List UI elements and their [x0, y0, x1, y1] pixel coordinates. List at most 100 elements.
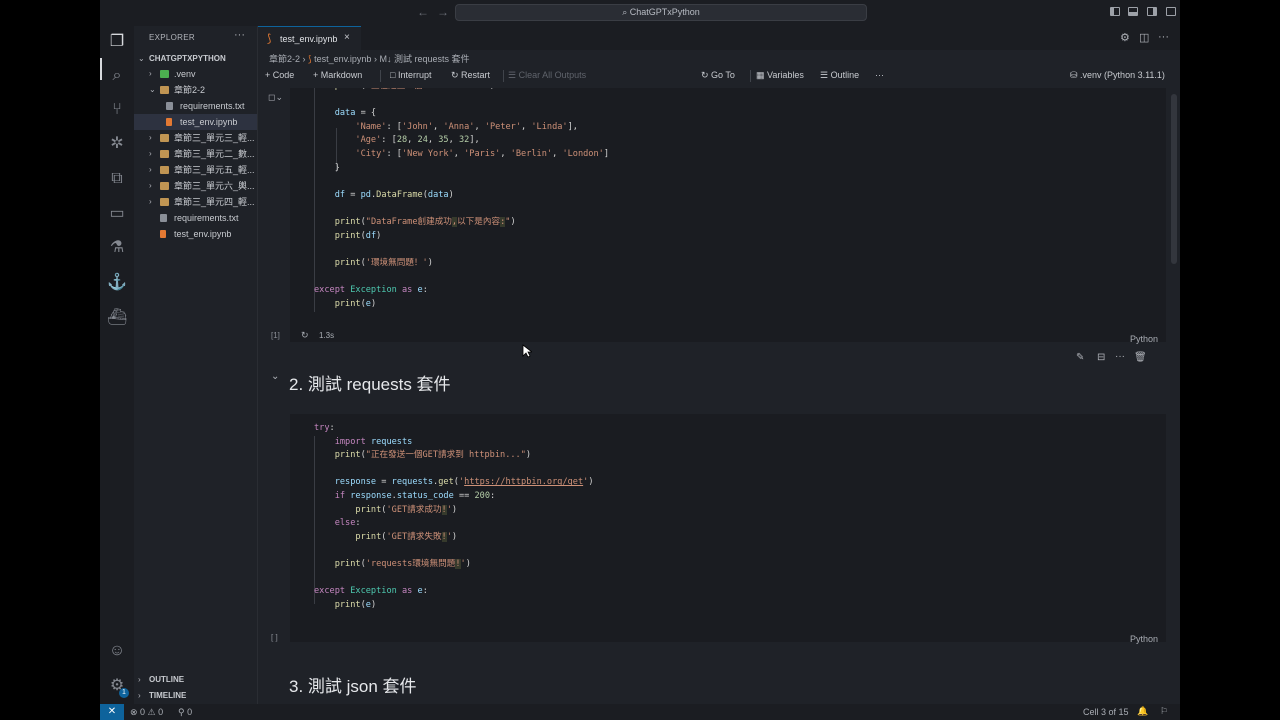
notebook-file-icon: [160, 230, 166, 238]
ports-indicator[interactable]: ⚲ 0: [178, 707, 192, 718]
notebook-file-icon: [166, 118, 172, 126]
tree-item-venv[interactable]: › .venv: [134, 66, 257, 82]
notebook-toolbar: + Code + Markdown □ Interrupt ↻ Restart …: [258, 66, 1180, 86]
goto-button[interactable]: ↻ Go To: [701, 70, 735, 81]
vscode-window: ← → ⌕ ChatGPTxPython ❐ ⌕ ⑂ ✲ ⧉ ▭ ⚗ ⚓ ⛴ ☺…: [100, 0, 1180, 720]
delete-cell-icon[interactable]: 🗑: [1134, 352, 1147, 363]
breadcrumb-folder[interactable]: 章節2-2: [269, 54, 300, 64]
code-cell-1[interactable]: print('正在建立一個DataFrame...') data = { 'Na…: [290, 88, 1166, 344]
more-actions-icon[interactable]: ···: [875, 70, 884, 80]
accounts-icon[interactable]: ☺: [107, 641, 127, 661]
customize-layout-icon[interactable]: [1166, 7, 1176, 16]
split-cell-icon[interactable]: ⊟: [1097, 352, 1105, 363]
code-cell-2[interactable]: try: import requests print("正在發送一個GET請求到…: [290, 414, 1166, 644]
source-control-icon[interactable]: ⑂: [107, 100, 127, 120]
outline-section[interactable]: › OUTLINE: [134, 672, 257, 688]
timeline-label: TIMELINE: [149, 691, 187, 700]
explorer-icon[interactable]: ❐: [107, 32, 127, 52]
docker-icon[interactable]: ⛴: [107, 308, 127, 328]
search-icon: ⌕: [622, 7, 630, 17]
toggle-panel-icon[interactable]: [1128, 7, 1138, 16]
interrupt-button[interactable]: □ Interrupt: [390, 70, 431, 80]
markdown-heading[interactable]: 3. 測試 json 套件: [289, 672, 417, 697]
code-editor[interactable]: try: import requests print("正在發送一個GET請求到…: [314, 422, 594, 612]
cell-language-label[interactable]: Python: [1130, 634, 1158, 644]
notebook-body: ◻⌄ print('正在建立一個DataFrame...') data = { …: [258, 88, 1180, 704]
chevron-down-icon: ⌄: [149, 85, 156, 94]
clear-outputs-button[interactable]: ☰ Clear All Outputs: [508, 70, 586, 81]
remote-indicator-icon[interactable]: ✕: [100, 704, 124, 720]
extensions-icon[interactable]: ⧉: [107, 169, 127, 189]
tree-item-chapter-2-2[interactable]: ⌄ 章節2-2: [134, 82, 257, 98]
timeline-section[interactable]: › TIMELINE: [134, 688, 257, 704]
variables-label: Variables: [767, 70, 804, 80]
run-debug-icon[interactable]: ✲: [107, 134, 127, 154]
command-center-label: ChatGPTxPython: [629, 7, 700, 17]
markdown-heading[interactable]: 2. 測試 requests 套件: [289, 370, 451, 395]
chevron-down-icon[interactable]: ⌄: [271, 371, 279, 382]
more-actions-icon[interactable]: ···: [1115, 351, 1125, 362]
search-icon[interactable]: ⌕: [107, 66, 127, 86]
tree-item-requirements-root[interactable]: requirements.txt: [134, 210, 257, 226]
more-actions-icon[interactable]: ···: [234, 29, 245, 41]
cell-toggle-icon[interactable]: ◻⌄: [268, 92, 283, 103]
project-label: CHATGPTXPYTHON: [149, 54, 226, 63]
notification-icon[interactable]: ⚐: [1160, 706, 1168, 717]
active-indicator: [100, 58, 102, 80]
folder-icon: [160, 166, 169, 174]
tree-item-label: requirements.txt: [174, 213, 239, 223]
split-editor-icon[interactable]: ◫: [1139, 31, 1149, 44]
chevron-right-icon: ›: [149, 197, 152, 206]
close-icon[interactable]: ×: [344, 32, 350, 43]
notebook-file-icon: ⟆: [267, 33, 272, 45]
tree-item-requirements[interactable]: requirements.txt: [134, 98, 257, 114]
chevron-right-icon: ›: [138, 675, 141, 684]
project-root[interactable]: ⌄ CHATGPTXPYTHON: [134, 51, 257, 67]
kernel-label: .venv (Python 3.11.1): [1080, 70, 1165, 80]
variables-button[interactable]: ▦ Variables: [756, 70, 804, 81]
problems-indicator[interactable]: ⊗ 0 ⚠ 0: [130, 707, 163, 718]
tab-test-env[interactable]: ⟆ test_env.ipynb ×: [258, 26, 361, 50]
restart-button[interactable]: ↻ Restart: [451, 70, 490, 81]
toggle-secondary-sidebar-icon[interactable]: [1147, 7, 1157, 16]
notebook-file-icon: ⟆: [308, 54, 312, 64]
add-code-cell-button[interactable]: + Code: [265, 70, 294, 80]
tree-item-folder[interactable]: › 章節三_單元六_輿...: [134, 178, 257, 194]
folder-icon: [160, 198, 169, 206]
anchor-icon[interactable]: ⚓: [107, 273, 127, 293]
tree-item-folder[interactable]: › 章節三_單元二_數...: [134, 146, 257, 162]
testing-icon[interactable]: ⚗: [107, 238, 127, 258]
tree-item-test-env[interactable]: test_env.ipynb: [134, 114, 257, 130]
bell-icon[interactable]: 🔔: [1137, 706, 1148, 717]
tree-item-folder[interactable]: › 章節三_單元五_輕...: [134, 162, 257, 178]
command-center-search[interactable]: ⌕ ChatGPTxPython: [455, 4, 867, 21]
breadcrumb-section[interactable]: M↓ 測試 requests 套件: [379, 54, 469, 64]
edit-pencil-icon[interactable]: ✎: [1076, 352, 1084, 363]
outline-button[interactable]: ☰ Outline: [820, 70, 859, 81]
tree-item-folder[interactable]: › 章節三_單元四_輕...: [134, 194, 257, 210]
toolbar-divider: [380, 70, 381, 82]
kernel-picker[interactable]: ⛁ .venv (Python 3.11.1): [1070, 70, 1165, 81]
back-arrow-icon[interactable]: ←: [417, 5, 429, 19]
code-editor[interactable]: print('正在建立一個DataFrame...') data = { 'Na…: [314, 88, 609, 311]
folder-icon: [160, 150, 169, 158]
outline-icon: ☰: [820, 70, 831, 80]
scrollbar-thumb[interactable]: [1171, 94, 1177, 264]
text-file-icon: [166, 102, 173, 110]
remote-explorer-icon[interactable]: ▭: [107, 204, 127, 224]
execution-count: [1]: [271, 331, 280, 340]
tree-item-test-env-root[interactable]: test_env.ipynb: [134, 226, 257, 242]
sidebar-title: EXPLORER: [149, 33, 195, 42]
more-actions-icon[interactable]: ···: [1158, 31, 1169, 43]
mouse-cursor-icon: [522, 344, 532, 358]
status-bar: ✕ ⊗ 0 ⚠ 0 ⚲ 0 Cell 3 of 15 🔔 ⚐: [100, 704, 1180, 720]
cell-position[interactable]: Cell 3 of 15: [1083, 707, 1129, 717]
breadcrumb-file[interactable]: test_env.ipynb: [314, 54, 371, 64]
cell-language-label[interactable]: Python: [1130, 334, 1158, 344]
tree-item-folder[interactable]: › 章節三_單元三_輕...: [134, 130, 257, 146]
chevron-right-icon: ›: [138, 691, 141, 700]
forward-arrow-icon[interactable]: →: [437, 5, 449, 19]
settings-gear-icon[interactable]: ⚙: [1120, 31, 1130, 44]
toggle-sidebar-icon[interactable]: [1110, 7, 1120, 16]
add-markdown-cell-button[interactable]: + Markdown: [313, 70, 362, 80]
